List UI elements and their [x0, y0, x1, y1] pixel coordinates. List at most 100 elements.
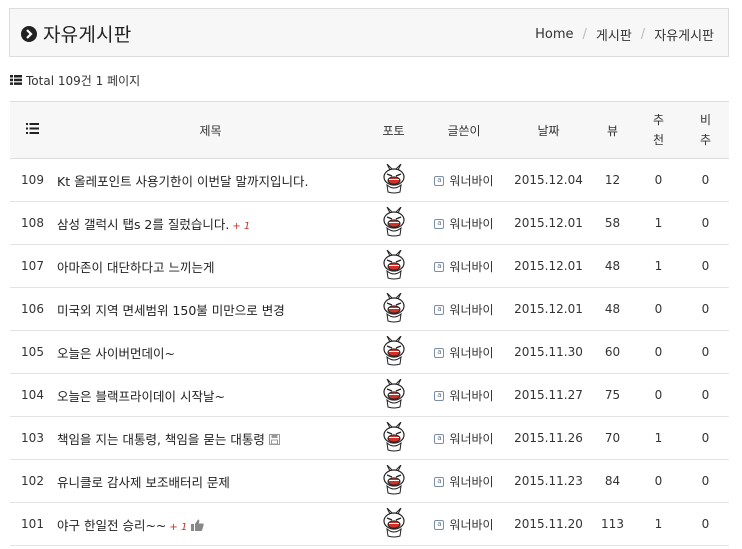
- recommend-column-header[interactable]: 추천: [635, 101, 682, 159]
- post-recommend: 0: [635, 373, 682, 417]
- author-name: 워너바이: [449, 518, 494, 532]
- author-link[interactable]: a 워너바이: [434, 473, 494, 490]
- post-dislike: 0: [682, 330, 729, 374]
- post-subject-cell: 유니클로 감사제 보조배터리 문제: [55, 459, 366, 503]
- table-row[interactable]: 106 미국외 지역 면세범위 150불 미만으로 변경 a 워너바이 2015.12.…: [10, 287, 729, 331]
- breadcrumb-separator: /: [640, 27, 646, 42]
- post-dislike: 0: [682, 201, 729, 245]
- recommend-header-line1: 추: [652, 113, 665, 127]
- post-date: 2015.11.20: [507, 502, 590, 546]
- post-photo-cell: [366, 244, 421, 288]
- author-column-header: 글쓴이: [421, 101, 507, 159]
- avatar[interactable]: [382, 378, 406, 412]
- post-dislike: 0: [682, 459, 729, 503]
- table-body: 109 Kt 올레포인트 사용기한이 이번달 말까지입니다. a 워너바이 2015.1…: [10, 158, 729, 546]
- post-subject-link[interactable]: 책임을 지는 대통령, 책임을 묻는 대통령: [57, 432, 265, 447]
- author-link[interactable]: a 워너바이: [434, 344, 494, 361]
- post-subject-cell: 삼성 갤럭시 탭s 2를 질렀습니다. + 1: [55, 201, 366, 245]
- table-row[interactable]: 101 야구 한일전 승리~~ + 1 a 워너바이 2015.11.20 113 1 0: [10, 502, 729, 546]
- post-photo-cell: [366, 416, 421, 460]
- post-subject-cell: 미국외 지역 면세범위 150불 미만으로 변경: [55, 287, 366, 331]
- author-link[interactable]: a 워너바이: [434, 215, 494, 232]
- dislike-column-header[interactable]: 비추: [682, 101, 729, 159]
- table-row[interactable]: 108 삼성 갤럭시 탭s 2를 질렀습니다. + 1 a 워너바이 2015.12.01…: [10, 201, 729, 245]
- avatar[interactable]: [382, 249, 406, 283]
- post-recommend: 0: [635, 158, 682, 202]
- avatar[interactable]: [382, 335, 406, 369]
- table-row[interactable]: 104 오늘은 블랙프라이데이 시작날~ a 워너바이 2015.11.27 75 0 0: [10, 373, 729, 417]
- post-subject-link[interactable]: 오늘은 블랙프라이데이 시작날~: [57, 389, 225, 404]
- author-name: 워너바이: [449, 346, 494, 360]
- author-link[interactable]: a 워너바이: [434, 387, 494, 404]
- post-subject-cell: Kt 올레포인트 사용기한이 이번달 말까지입니다.: [55, 158, 366, 202]
- table-row[interactable]: 102 유니클로 감사제 보조배터리 문제 a 워너바이 2015.11.23 84 0 0: [10, 459, 729, 503]
- avatar[interactable]: [382, 464, 406, 498]
- post-dislike: 0: [682, 416, 729, 460]
- avatar[interactable]: [382, 206, 406, 240]
- dislike-header-line1: 비: [699, 113, 712, 127]
- post-subject-link[interactable]: 미국외 지역 면세범위 150불 미만으로 변경: [57, 303, 285, 318]
- avatar[interactable]: [382, 507, 406, 541]
- thumbs-up-icon: [191, 519, 205, 534]
- member-icon: a: [434, 261, 445, 272]
- table-row[interactable]: 107 아마존이 대단하다고 느끼는게 a 워너바이 2015.12.01 48 1 0: [10, 244, 729, 288]
- author-name: 워너바이: [449, 174, 494, 188]
- post-number: 109: [10, 158, 55, 202]
- post-subject-link[interactable]: 오늘은 사이버먼데이~: [57, 346, 175, 361]
- post-views: 12: [590, 158, 635, 202]
- post-views: 113: [590, 502, 635, 546]
- post-dislike: 0: [682, 244, 729, 288]
- post-subject-cell: 아마존이 대단하다고 느끼는게: [55, 244, 366, 288]
- post-photo-cell: [366, 330, 421, 374]
- post-subject-link[interactable]: 아마존이 대단하다고 느끼는게: [57, 260, 214, 275]
- table-row[interactable]: 109 Kt 올레포인트 사용기한이 이번달 말까지입니다. a 워너바이 2015.1…: [10, 158, 729, 202]
- author-name: 워너바이: [449, 303, 494, 317]
- post-photo-cell: [366, 158, 421, 202]
- author-link[interactable]: a 워너바이: [434, 430, 494, 447]
- post-number: 101: [10, 502, 55, 546]
- member-icon: a: [434, 175, 445, 186]
- post-photo-cell: [366, 502, 421, 546]
- author-link[interactable]: a 워너바이: [434, 301, 494, 318]
- list-ordered-icon: [26, 123, 39, 137]
- author-link[interactable]: a 워너바이: [434, 258, 494, 275]
- post-subject-cell: 야구 한일전 승리~~ + 1: [55, 502, 366, 546]
- post-subject-link[interactable]: 야구 한일전 승리~~: [57, 518, 166, 533]
- table-row[interactable]: 105 오늘은 사이버먼데이~ a 워너바이 2015.11.30 60 0 0: [10, 330, 729, 374]
- avatar[interactable]: [382, 421, 406, 455]
- author-link[interactable]: a 워너바이: [434, 172, 494, 189]
- avatar[interactable]: [382, 292, 406, 326]
- member-icon: a: [434, 433, 445, 444]
- views-column-header[interactable]: 뷰: [590, 101, 635, 159]
- number-column-header: [10, 101, 55, 159]
- post-subject-link[interactable]: 유니클로 감사제 보조배터리 문제: [57, 475, 230, 490]
- breadcrumb-home[interactable]: Home: [535, 27, 573, 42]
- post-recommend: 1: [635, 416, 682, 460]
- author-name: 워너바이: [449, 432, 494, 446]
- page-title: 자유게시판: [43, 24, 132, 46]
- breadcrumb-board[interactable]: 게시판: [596, 25, 632, 44]
- author-link[interactable]: a 워너바이: [434, 516, 494, 533]
- post-recommend: 1: [635, 244, 682, 288]
- post-views: 75: [590, 373, 635, 417]
- post-date: 2015.11.23: [507, 459, 590, 503]
- post-dislike: 0: [682, 502, 729, 546]
- post-dislike: 0: [682, 158, 729, 202]
- post-number: 102: [10, 459, 55, 503]
- member-icon: a: [434, 476, 445, 487]
- total-text: Total 109건 1 페이지: [26, 74, 141, 88]
- table-row[interactable]: 103 책임을 지는 대통령, 책임을 묻는 대통령 a 워너바이 2015.11.26…: [10, 416, 729, 460]
- subject-column-header[interactable]: 제목: [55, 101, 366, 159]
- comment-count: + 1: [169, 521, 188, 533]
- post-photo-cell: [366, 373, 421, 417]
- avatar[interactable]: [382, 163, 406, 197]
- post-subject-link[interactable]: Kt 올레포인트 사용기한이 이번달 말까지입니다.: [57, 174, 308, 189]
- post-author-cell: a 워너바이: [421, 330, 507, 374]
- post-number: 103: [10, 416, 55, 460]
- post-author-cell: a 워너바이: [421, 373, 507, 417]
- date-column-header[interactable]: 날짜: [507, 101, 590, 159]
- dislike-header-line2: 추: [699, 133, 712, 147]
- post-photo-cell: [366, 201, 421, 245]
- post-subject-link[interactable]: 삼성 갤럭시 탭s 2를 질렀습니다.: [57, 217, 229, 232]
- post-date: 2015.11.30: [507, 330, 590, 374]
